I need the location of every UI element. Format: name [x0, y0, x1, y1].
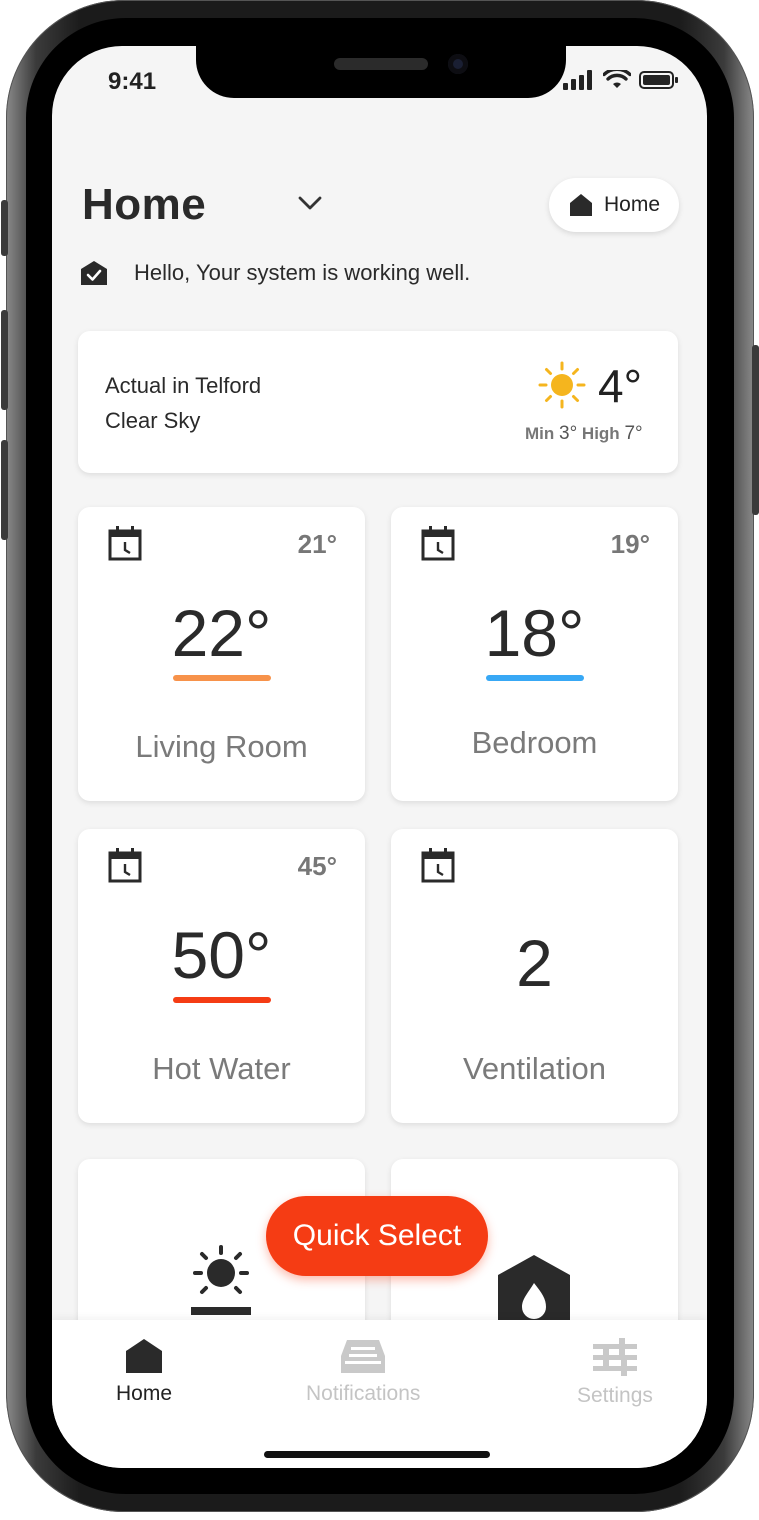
zone-setpoint: 21° [297, 529, 337, 559]
page-title: Home [82, 180, 207, 229]
weather-min-max: Min 3° High 7° [525, 423, 643, 445]
home-select-label: Home [603, 193, 661, 216]
zone-setpoint: 45° [297, 851, 337, 881]
zone-name: Ventilation [462, 1051, 607, 1086]
solar-panel-icon [191, 1245, 251, 1315]
chevron-down-icon[interactable] [296, 192, 324, 214]
notch [196, 46, 566, 98]
zone-name: Hot Water [152, 1051, 291, 1086]
camera-icon [448, 54, 468, 74]
ventilation-level: 2 [516, 926, 553, 1000]
zone-accent-bar [485, 675, 584, 681]
app-screen: 9:41 Home Home Hello, Your system is wor… [52, 46, 707, 1468]
schedule-icon [108, 848, 142, 883]
high-value: 7° [624, 423, 643, 444]
sun-icon [538, 361, 586, 409]
zone-current-temp: 18° [484, 596, 585, 670]
signal-icon [563, 70, 592, 90]
high-label: High [581, 424, 620, 443]
tab-settings-label: Settings [577, 1384, 653, 1407]
wifi-icon [603, 70, 631, 88]
weather-card[interactable]: Actual in Telford Clear Sky 4° Min 3° Hi… [78, 331, 678, 473]
weather-location: Actual in Telford [105, 373, 262, 398]
status-icons [563, 70, 679, 90]
house-icon [126, 1339, 163, 1373]
zone-name: Living Room [135, 729, 308, 764]
min-label: Min [525, 424, 555, 443]
zone-tile-living-room[interactable]: 21° 22° Living Room [78, 507, 365, 801]
sliders-icon [592, 1338, 637, 1376]
zone-name: Bedroom [471, 725, 598, 760]
zone-accent-bar [172, 675, 271, 681]
tab-settings[interactable]: Settings [577, 1338, 653, 1408]
home-indicator[interactable] [264, 1451, 490, 1458]
battery-icon [639, 71, 678, 89]
zone-tile-bedroom[interactable]: 19° 18° Bedroom [391, 507, 678, 801]
status-message: Hello, Your system is working well. [134, 260, 471, 285]
volume-up-button [1, 310, 8, 410]
weather-condition: Clear Sky [105, 408, 201, 433]
zone-setpoint: 19° [610, 529, 650, 559]
zone-tile-ventilation[interactable]: 2 Ventilation [391, 829, 678, 1123]
quick-select-button[interactable]: Quick Select [266, 1196, 488, 1276]
mute-switch [1, 200, 8, 256]
zone-tile-hot-water[interactable]: 45° 50° Hot Water [78, 829, 365, 1123]
home-select-button[interactable]: Home [549, 178, 679, 232]
house-check-icon [81, 261, 107, 285]
schedule-icon [421, 848, 455, 883]
tab-notifications[interactable]: Notifications [306, 1338, 420, 1406]
weather-current-temp: 4° [598, 360, 642, 412]
min-value: 3° [559, 423, 578, 444]
status-time: 9:41 [108, 68, 157, 95]
inbox-tray-icon [341, 1340, 386, 1373]
tab-notifications-label: Notifications [306, 1382, 421, 1405]
zone-current-temp: 50° [171, 918, 272, 992]
tab-home[interactable]: Home [116, 1338, 172, 1406]
tab-home-label: Home [116, 1382, 173, 1405]
house-icon [569, 194, 592, 216]
schedule-icon [108, 526, 142, 561]
zone-current-temp: 22° [171, 596, 272, 670]
zone-accent-bar [172, 997, 271, 1003]
schedule-icon [421, 526, 455, 561]
bottom-tab-bar: Home Notifications Settings [52, 1320, 707, 1468]
system-status: Hello, Your system is working well. [80, 260, 470, 286]
power-button [752, 345, 759, 515]
volume-down-button [1, 440, 8, 540]
speaker-grille [334, 58, 428, 70]
